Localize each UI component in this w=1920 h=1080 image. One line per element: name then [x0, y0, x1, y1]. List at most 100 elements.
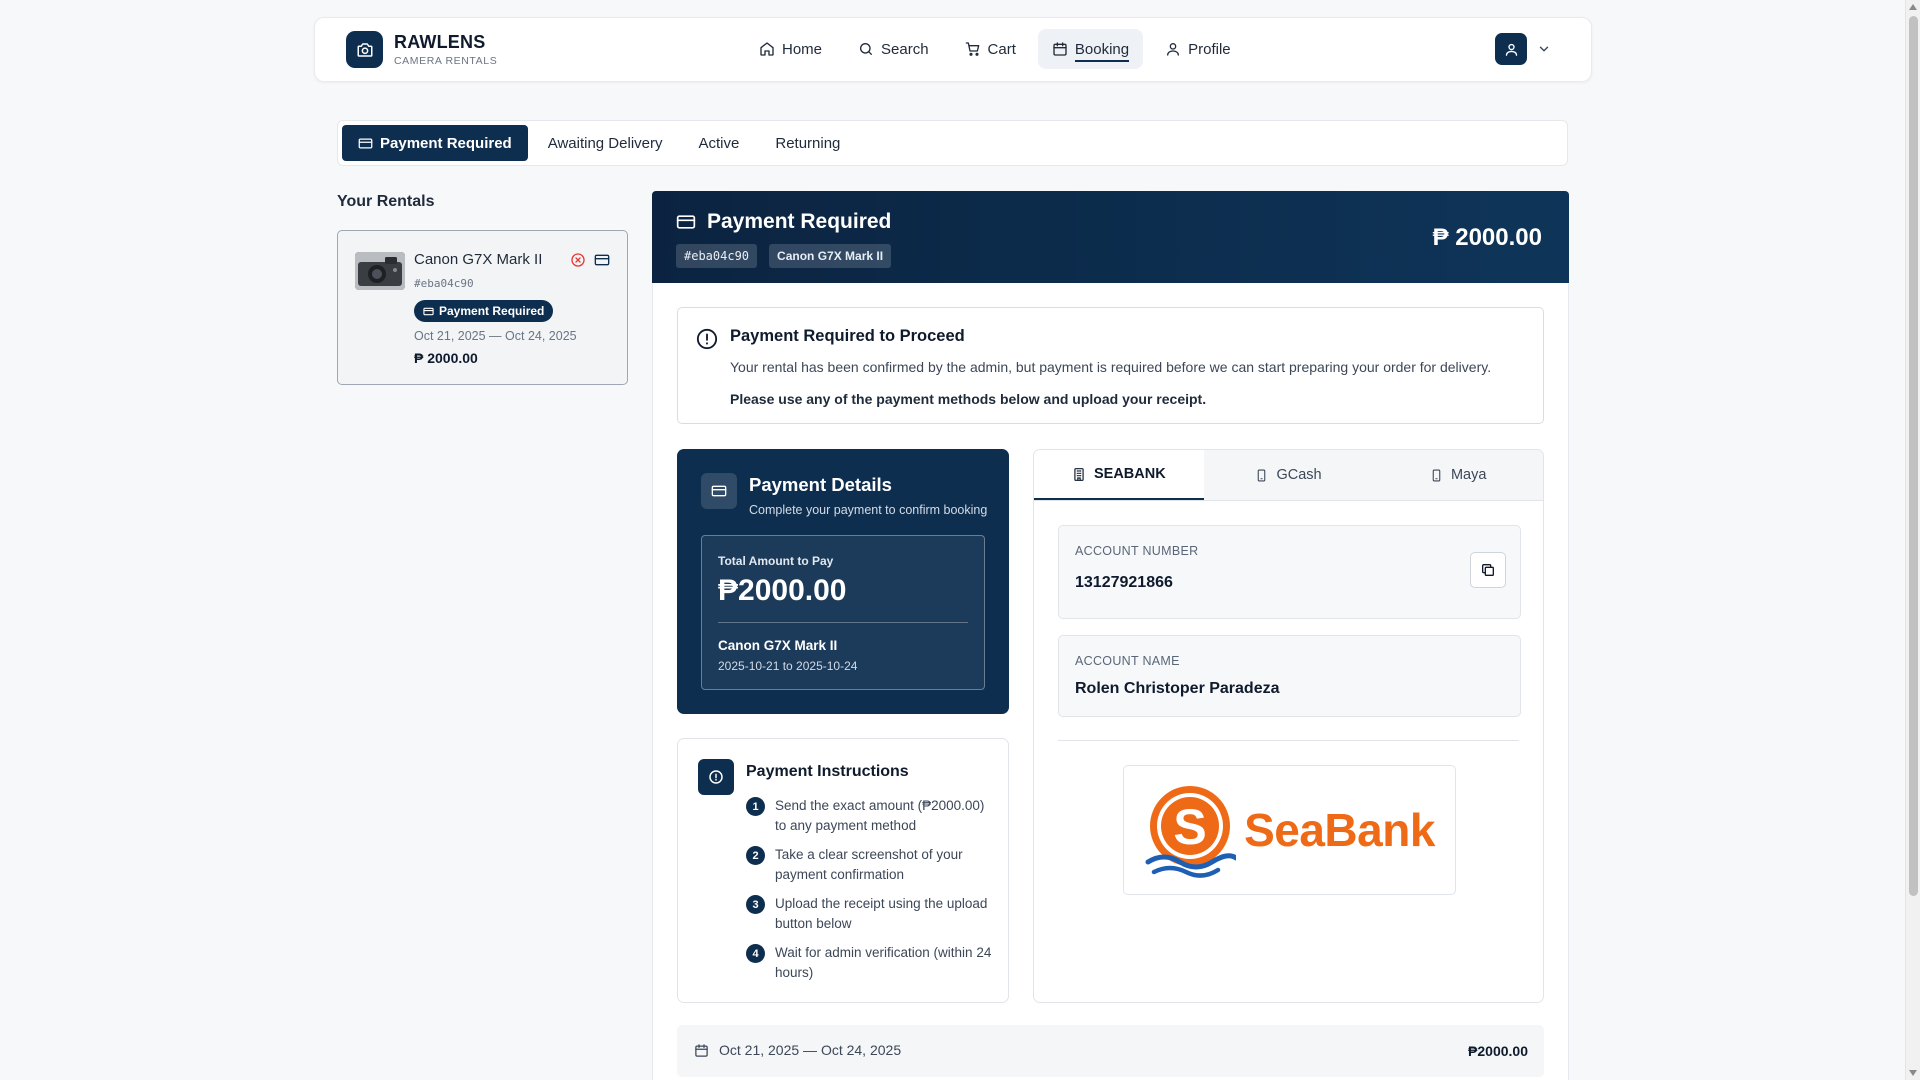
step-number: 1	[746, 797, 765, 816]
date-range: 2025-10-21 to 2025-10-24	[718, 659, 858, 673]
tab-payment-required[interactable]: Payment Required	[342, 125, 528, 161]
payment-details-subtitle: Complete your payment to confirm booking	[749, 503, 988, 517]
payment-details-card: Payment Details Complete your payment to…	[677, 449, 1009, 714]
nav-search[interactable]: Search	[844, 29, 943, 69]
account-number-label: ACCOUNT NUMBER	[1075, 544, 1199, 558]
phone-icon	[1255, 468, 1268, 483]
chevron-down-icon[interactable]	[1537, 42, 1551, 56]
scrollbar-thumb[interactable]	[1909, 16, 1918, 896]
tab-seabank-label: SEABANK	[1093, 466, 1166, 482]
instruction-step: 3 Upload the receipt using the upload bu…	[746, 894, 996, 934]
rental-summary: Oct 21, 2025 — Oct 24, 2025 ₱2000.00	[677, 1025, 1544, 1077]
avatar[interactable]	[1495, 33, 1527, 65]
brand-name: RAWLENS	[394, 32, 486, 52]
payment-method-tabs: SEABANK GCash Maya	[1034, 450, 1543, 501]
credit-card-icon	[358, 136, 373, 151]
instruction-step: 1 Send the exact amount (₱2000.00) to an…	[746, 796, 996, 836]
rental-price: ₱ 2000.00	[414, 350, 478, 366]
instructions-title: Payment Instructions	[746, 763, 909, 780]
instruction-step: 4 Wait for admin verification (within 24…	[746, 943, 996, 983]
page-scrollbar[interactable]	[1905, 0, 1920, 1080]
main-nav: Home Search Cart Booking Profile	[745, 29, 1245, 69]
credit-card-icon	[423, 306, 434, 317]
payment-instructions-card: Payment Instructions 1 Send the exact am…	[677, 738, 1009, 1003]
tab-active-label: Active	[698, 134, 740, 152]
nav-booking-label: Booking	[1074, 41, 1130, 62]
page-title: Payment Required	[707, 210, 892, 233]
credit-card-icon[interactable]	[594, 252, 610, 268]
step-number: 2	[746, 846, 765, 865]
divider	[718, 622, 968, 623]
nav-home[interactable]: Home	[745, 29, 836, 69]
status-tabs: Payment Required Awaiting Delivery Activ…	[337, 120, 1568, 166]
search-icon	[858, 41, 874, 57]
nav-cart-label: Cart	[987, 40, 1016, 58]
nav-profile-label: Profile	[1188, 40, 1231, 58]
top-navbar: RAWLENS CAMERA RENTALS Home Search Cart …	[314, 17, 1592, 82]
payment-header: Payment Required #eba04c90 Canon G7X Mar…	[652, 191, 1569, 283]
brand[interactable]: RAWLENS CAMERA RENTALS	[346, 31, 497, 68]
user-menu[interactable]	[1495, 33, 1551, 65]
info-circle-icon	[698, 759, 734, 795]
tab-returning[interactable]: Returning	[759, 125, 856, 161]
rentals-title: Your Rentals	[337, 193, 435, 210]
camera-icon	[346, 31, 383, 68]
status-badge: Payment Required	[414, 300, 554, 322]
rental-dates: Oct 21, 2025 — Oct 24, 2025	[414, 329, 577, 343]
alert-instruction: Please use any of the payment methods be…	[730, 391, 1207, 407]
nav-profile[interactable]: Profile	[1151, 29, 1245, 69]
account-name: Rolen Christoper Paradeza	[1075, 680, 1280, 697]
cancel-circle-icon[interactable]	[570, 252, 586, 268]
nav-cart[interactable]: Cart	[951, 29, 1030, 69]
payment-alert: Payment Required to Proceed Your rental …	[677, 307, 1544, 424]
credit-card-icon	[701, 473, 737, 509]
user-icon	[1165, 41, 1181, 57]
bank-icon	[1072, 467, 1086, 482]
account-name-label: ACCOUNT NAME	[1075, 654, 1180, 668]
step-number: 3	[746, 895, 765, 914]
tab-awaiting-delivery-label: Awaiting Delivery	[547, 134, 663, 152]
summary-dates: Oct 21, 2025 — Oct 24, 2025	[719, 1042, 902, 1058]
alert-title: Payment Required to Proceed	[730, 327, 965, 345]
payment-method-card: SEABANK GCash Maya ACCOUNT NUMBER 131279…	[1033, 449, 1544, 1003]
instructions-list: 1 Send the exact amount (₱2000.00) to an…	[746, 796, 996, 992]
calendar-icon	[694, 1043, 709, 1058]
step-text: Take a clear screenshot of your payment …	[775, 847, 963, 882]
step-text: Wait for admin verification (within 24 h…	[775, 945, 992, 980]
phone-icon	[1430, 468, 1443, 483]
seabank-logo-mark: S	[1145, 786, 1237, 878]
copy-icon	[1480, 562, 1496, 578]
item-tag: Canon G7X Mark II	[769, 244, 892, 268]
alert-message: Your rental has been confirmed by the ad…	[730, 359, 1492, 375]
rental-actions	[570, 252, 610, 268]
nav-booking[interactable]: Booking	[1037, 29, 1144, 69]
nav-home-label: Home	[782, 40, 823, 58]
total-amount-box: Total Amount to Pay ₱2000.00 Canon G7X M…	[701, 535, 985, 690]
summary-amount: ₱2000.00	[1468, 1043, 1528, 1059]
header-amount: ₱ 2000.00	[1432, 224, 1542, 251]
scroll-up-arrow[interactable]	[1909, 4, 1917, 10]
nav-search-label: Search	[881, 40, 929, 58]
account-number-box: ACCOUNT NUMBER 13127921866	[1058, 525, 1521, 619]
home-icon	[759, 41, 775, 57]
copy-button[interactable]	[1470, 552, 1506, 588]
cart-icon	[965, 41, 981, 57]
booking-id-tag: #eba04c90	[676, 244, 758, 268]
svg-text:S: S	[1173, 799, 1206, 855]
scroll-down-arrow[interactable]	[1909, 1070, 1917, 1076]
divider	[1058, 740, 1519, 741]
seabank-logo-text: SeaBank	[1244, 804, 1435, 856]
tab-active[interactable]: Active	[683, 125, 756, 161]
rental-card[interactable]: Canon G7X Mark II #eba04c90 Payment Requ…	[337, 230, 628, 385]
total-label: Total Amount to Pay	[718, 554, 834, 568]
tab-gcash[interactable]: GCash	[1204, 450, 1374, 500]
tab-returning-label: Returning	[775, 134, 841, 152]
step-text: Send the exact amount (₱2000.00) to any …	[775, 798, 985, 833]
account-number: 13127921866	[1075, 574, 1173, 591]
brand-subtitle: CAMERA RENTALS	[394, 55, 498, 67]
tab-maya[interactable]: Maya	[1373, 450, 1543, 500]
tab-seabank[interactable]: SEABANK	[1034, 450, 1204, 500]
tab-awaiting-delivery[interactable]: Awaiting Delivery	[532, 125, 679, 161]
camera-thumbnail	[355, 252, 405, 290]
payment-body: Payment Required to Proceed Your rental …	[652, 283, 1569, 1080]
